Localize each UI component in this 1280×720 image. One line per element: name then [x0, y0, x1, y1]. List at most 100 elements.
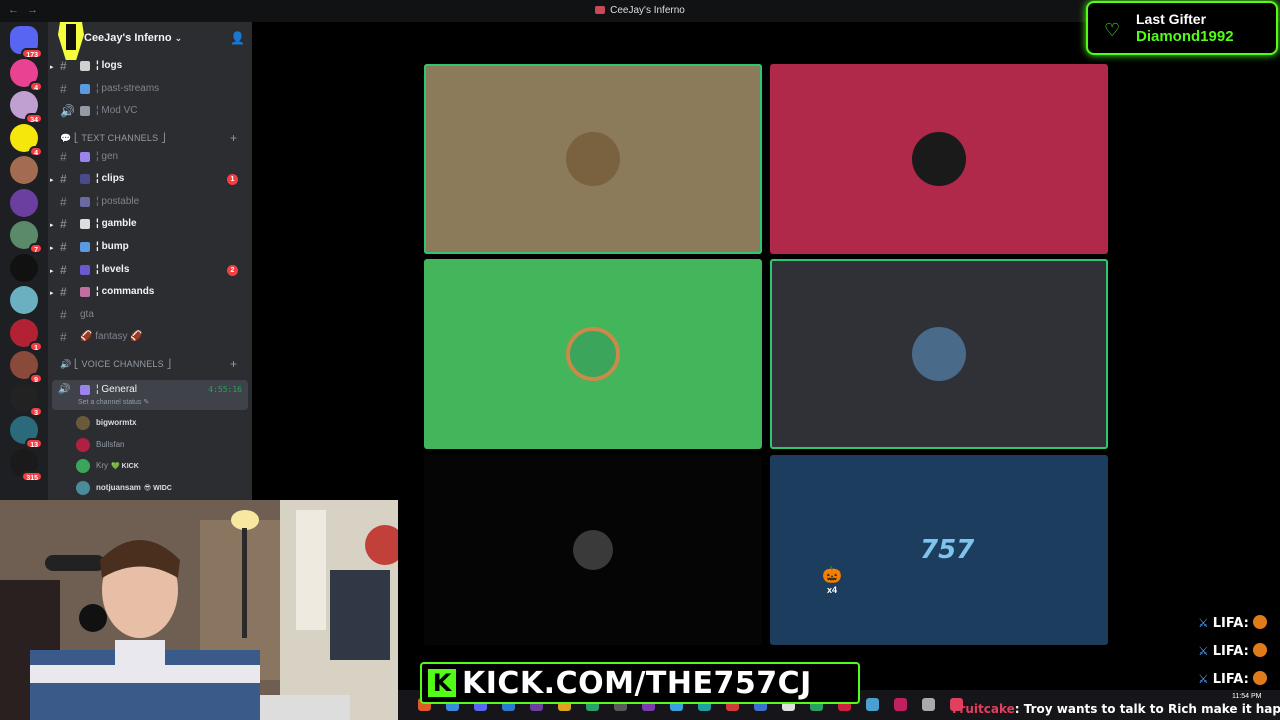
discord-home-icon[interactable]: 173 — [10, 26, 43, 59]
server-name[interactable]: CeeJay's Inferno ⌄ — [84, 32, 182, 44]
channel-item[interactable]: # ¦ postable — [52, 192, 248, 212]
notification-badge: 34 — [25, 113, 43, 124]
channel-label: ¦ gamble — [96, 218, 137, 230]
channel-item[interactable]: ▸ # ¦ gamble — [50, 214, 248, 234]
chat-username: LIFA: — [1212, 616, 1249, 631]
server-icon[interactable]: 34 — [10, 91, 43, 124]
voice-user[interactable]: bigwormtx — [74, 414, 244, 432]
webcam-feed — [0, 500, 398, 720]
hash-icon: # — [60, 262, 67, 277]
server-icon[interactable] — [10, 286, 38, 314]
taskbar-app-icon[interactable] — [866, 698, 879, 711]
window-title-text: CeeJay's Inferno — [610, 5, 685, 16]
server-icon[interactable]: 3 — [10, 383, 43, 417]
hash-icon: # — [60, 149, 67, 164]
video-tile[interactable]: 757 🎃 x4 — [770, 455, 1108, 645]
server-icon[interactable] — [10, 253, 38, 282]
unread-dot: ▸ — [50, 244, 54, 252]
channel-item[interactable]: ▸ # ¦ bump — [50, 237, 248, 257]
hash-icon: # — [60, 172, 67, 187]
channel-item[interactable]: # 🏈 fantasy 🏈 — [52, 327, 248, 347]
unread-dot: ▸ — [50, 267, 54, 275]
video-tile[interactable] — [770, 64, 1108, 254]
heart-icon: ♡ — [1104, 20, 1121, 40]
channel-item[interactable]: 🔊 ¦ Mod VC — [52, 101, 248, 121]
hash-icon: # — [60, 194, 67, 209]
sword-icon: ⚔ — [1198, 644, 1209, 658]
webcam-image — [0, 500, 398, 720]
server-icon[interactable] — [10, 188, 38, 217]
channel-item[interactable]: # ¦ past-streams — [52, 79, 248, 99]
server-icon[interactable]: 1 — [10, 318, 43, 352]
voice-user[interactable]: notjuansam 😎 WIDC — [74, 479, 244, 497]
stream-chat-line: ⚔ LIFA: — [1198, 615, 1267, 631]
hash-icon: # — [60, 330, 67, 345]
hash-icon: # — [60, 239, 67, 254]
server-icon[interactable]: 7 — [10, 221, 43, 254]
video-tile[interactable] — [424, 259, 762, 449]
voice-user-name: Kry 💚 KICK — [96, 461, 139, 470]
channel-item[interactable]: ▸ # ¦ levels 2 — [50, 260, 248, 280]
server-icon[interactable]: 4 — [10, 58, 43, 92]
server-icon[interactable] — [10, 156, 38, 184]
discord-avatar — [566, 327, 620, 381]
add-member-icon[interactable]: 👤 — [230, 31, 245, 45]
chat-username: LIFA: — [1212, 644, 1249, 659]
server-icon[interactable]: 315 — [10, 448, 43, 482]
stream-chat-line: ⚔ LIFA: — [1198, 643, 1267, 659]
channel-item[interactable]: # gta — [52, 305, 248, 325]
video-tile[interactable] — [770, 259, 1108, 449]
server-header[interactable]: CeeJay's Inferno ⌄ 👤 — [48, 22, 252, 60]
channel-item[interactable]: ▸ # ¦ logs — [50, 56, 248, 76]
video-tile[interactable] — [424, 64, 762, 254]
channel-item[interactable]: # ¦ gen — [52, 147, 248, 167]
gifter-title: Last Gifter — [1136, 11, 1207, 27]
category-text-channels[interactable]: 💬 ⎣ TEXT CHANNELS ⎦ + — [60, 131, 237, 145]
speaker-icon: 🔊 — [60, 104, 75, 118]
channel-emoji-icon — [80, 219, 90, 230]
category-voice-channels[interactable]: 🔊 ⎣ VOICE CHANNELS ⎦ + — [60, 357, 237, 371]
tile-logo-757: 757 — [920, 535, 975, 565]
channel-sidebar: CeeJay's Inferno ⌄ 👤 ▸ # ¦ logs # ¦ past-stre… — [48, 22, 252, 500]
add-channel-icon[interactable]: + — [230, 131, 237, 145]
channel-emoji-icon — [80, 106, 90, 116]
voice-user-name-text: bigwormtx — [96, 418, 137, 427]
taskbar-app-icon[interactable] — [894, 698, 907, 711]
channel-item[interactable]: ▸ # ¦ commands — [50, 282, 248, 302]
channel-label: 🏈 fantasy 🏈 — [80, 331, 143, 343]
chat-username: LIFA: — [1212, 672, 1249, 687]
channel-status[interactable]: Set a channel status ✎ — [78, 398, 149, 406]
channel-emoji-icon — [80, 264, 90, 275]
server-icon[interactable]: 13 — [10, 416, 43, 449]
server-icon[interactable]: 9 — [10, 351, 43, 384]
voice-user[interactable]: Kry 💚 KICK — [74, 457, 244, 475]
voice-user-name-text: Kry — [96, 461, 108, 470]
notification-badge: 173 — [21, 48, 43, 59]
hash-icon: # — [60, 217, 67, 232]
user-tag: 💚 KICK — [111, 463, 139, 470]
sword-icon: ⚔ — [1198, 616, 1209, 630]
kick-url: KICK.COM/THE757CJ — [462, 666, 812, 701]
notification-badge: 7 — [29, 243, 43, 254]
channel-item[interactable]: ▸ # ¦ clips 1 — [50, 169, 248, 189]
notification-badge: 315 — [21, 470, 43, 482]
hash-icon: # — [60, 307, 67, 322]
channel-emoji-icon — [80, 174, 90, 185]
default-avatar — [573, 530, 613, 570]
server-icon[interactable]: 4 — [10, 123, 43, 157]
user-tag: 😎 WIDC — [143, 484, 172, 492]
notification-badge: 4 — [29, 145, 43, 157]
video-tile[interactable] — [424, 455, 762, 645]
voice-user[interactable]: Bullsfan — [74, 436, 244, 454]
channel-label: ¦ postable — [96, 195, 140, 207]
mention-badge: 1 — [227, 174, 238, 186]
channel-label: gta — [80, 308, 94, 320]
add-channel-icon[interactable]: + — [230, 357, 237, 371]
reaction-count: x4 — [826, 585, 837, 595]
pumpkin-icon — [1252, 643, 1267, 657]
taskbar-app-icon[interactable] — [922, 698, 935, 711]
voice-user-name: Bullsfan — [96, 440, 124, 449]
voice-channel-general[interactable]: 🔊 ¦ General 4:55:16 Set a channel status ✎ — [52, 380, 248, 410]
unread-dot: ▸ — [50, 222, 54, 230]
speaker-icon: 🔊 — [58, 384, 71, 395]
